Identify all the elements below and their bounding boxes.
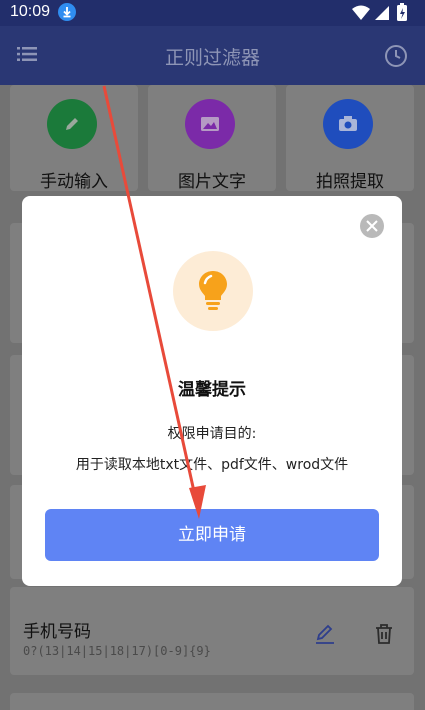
dialog-title: 温馨提示: [178, 380, 246, 400]
permission-dialog: 温馨提示 权限申请目的: 用于读取本地txt文件、pdf文件、wrod文件 立即…: [22, 196, 402, 586]
status-time: 10:09: [10, 3, 51, 20]
filter-list-item[interactable]: 手机号码 0?(13|14|15|18|17)[0-9]{9}: [10, 587, 414, 675]
quick-action-label: 图片文字: [178, 172, 246, 192]
manual-input-card[interactable]: 手动输入: [10, 85, 138, 192]
lightbulb-icon: [173, 251, 253, 331]
page-title: 正则过滤器: [164, 47, 260, 69]
quick-action-label: 拍照提取: [316, 172, 384, 192]
filter-pattern: 0?(13|14|15|18|17)[0-9]{9}: [23, 644, 211, 658]
camera-extract-card[interactable]: 拍照提取: [286, 85, 414, 192]
camera-icon: [323, 99, 373, 149]
status-icons: [351, 3, 413, 23]
app-bar: 正则过滤器: [0, 26, 425, 85]
quick-action-label: 手动输入: [40, 172, 108, 192]
download-icon: [58, 3, 76, 21]
edit-icon[interactable]: [314, 623, 336, 649]
image-icon: [185, 99, 235, 149]
pencil-icon: [47, 99, 97, 149]
battery-icon: [397, 3, 407, 21]
image-text-card[interactable]: 图片文字: [148, 85, 276, 192]
list-card: [10, 693, 414, 710]
wifi-icon: [352, 5, 370, 20]
apply-now-button[interactable]: 立即申请: [45, 509, 379, 561]
status-bar: 10:09: [0, 0, 425, 26]
filter-name: 手机号码: [23, 622, 91, 642]
close-icon: [366, 220, 378, 232]
signal-icon: [375, 6, 389, 20]
dialog-subtitle: 权限申请目的:: [167, 426, 257, 442]
dialog-body: 用于读取本地txt文件、pdf文件、wrod文件: [75, 457, 349, 473]
close-button[interactable]: [360, 214, 384, 238]
history-icon[interactable]: [384, 44, 408, 72]
delete-icon[interactable]: [374, 623, 394, 649]
